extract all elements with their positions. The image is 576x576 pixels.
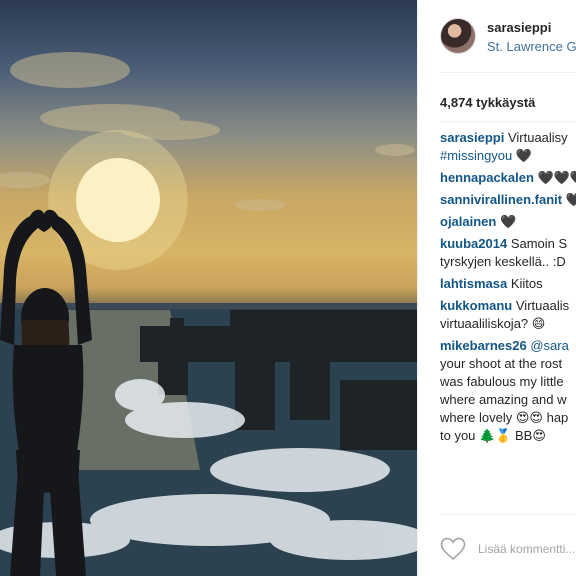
post-photo[interactable] bbox=[0, 0, 417, 576]
comment-username[interactable]: ojalainen bbox=[440, 214, 496, 229]
heart-icon bbox=[440, 537, 466, 561]
comment-username[interactable]: mikebarnes26 bbox=[440, 338, 527, 353]
comment-username[interactable]: hennapackalen bbox=[440, 170, 534, 185]
comment-item: hennapackalen 🖤🖤🖤 bbox=[440, 169, 576, 187]
comment-username[interactable]: sannivirallinen.fanit bbox=[440, 192, 562, 207]
post-username[interactable]: sarasieppi bbox=[487, 20, 551, 35]
divider bbox=[440, 121, 576, 122]
comment-text: where lovely 😍😍 hap bbox=[440, 410, 569, 425]
comment-input[interactable] bbox=[478, 536, 576, 562]
comment-text: tyrskyjen keskellä.. :D bbox=[440, 254, 566, 269]
comment-text: where amazing and w bbox=[440, 392, 567, 407]
comment-item: mikebarnes26 @sara your shoot at the ros… bbox=[440, 337, 576, 445]
comment-username[interactable]: sarasieppi bbox=[440, 130, 504, 145]
photo-scene bbox=[0, 52, 417, 576]
comment-text: virtuaaliliskoja? 😄 bbox=[440, 316, 546, 331]
divider bbox=[440, 514, 576, 515]
comment-text: Virtuaalisy bbox=[507, 130, 568, 145]
comment-username[interactable]: kukkomanu bbox=[440, 298, 512, 313]
comment-text: Virtuaalis bbox=[515, 298, 570, 313]
comment-text: Samoin S bbox=[510, 236, 568, 251]
comment-text: your shoot at the rost bbox=[440, 356, 563, 371]
comment-text: 🖤 bbox=[499, 214, 517, 229]
comment-text: 🖤 bbox=[566, 192, 576, 207]
post-location[interactable]: St. Lawrence G bbox=[487, 39, 576, 54]
mention-link[interactable]: @sara bbox=[530, 338, 569, 353]
comment-username[interactable]: lahtismasa bbox=[440, 276, 507, 291]
like-count[interactable]: 4,874 tykkäystä bbox=[440, 95, 535, 110]
comment-list: sarasieppi Virtuaalisy #missingyou 🖤 hen… bbox=[440, 129, 576, 449]
comment-text: was fabulous my little bbox=[440, 374, 564, 389]
comment-item: lahtismasa Kiitos bbox=[440, 275, 576, 293]
like-button[interactable] bbox=[440, 537, 466, 561]
comment-text: to you 🌲🥇 BB😍 bbox=[440, 428, 546, 443]
avatar[interactable] bbox=[440, 18, 476, 54]
hashtag-link[interactable]: #missingyou bbox=[440, 148, 512, 163]
post-sidebar: sarasieppi St. Lawrence G 4,874 tykkäyst… bbox=[417, 0, 576, 576]
comment-item: sannivirallinen.fanit 🖤 bbox=[440, 191, 576, 209]
comment-text: Kiitos bbox=[510, 276, 543, 291]
comment-item: kuuba2014 Samoin S tyrskyjen keskellä.. … bbox=[440, 235, 576, 271]
post-header: sarasieppi St. Lawrence G bbox=[440, 18, 576, 58]
comment-username[interactable]: kuuba2014 bbox=[440, 236, 507, 251]
comment-text: 🖤🖤🖤 bbox=[537, 170, 576, 185]
comment-item: kukkomanu Virtuaalis virtuaaliliskoja? 😄 bbox=[440, 297, 576, 333]
sun bbox=[76, 158, 160, 242]
comment-item: sarasieppi Virtuaalisy #missingyou 🖤 bbox=[440, 129, 576, 165]
divider bbox=[440, 72, 576, 73]
comment-item: ojalainen 🖤 bbox=[440, 213, 576, 231]
comment-text: 🖤 bbox=[512, 148, 533, 163]
